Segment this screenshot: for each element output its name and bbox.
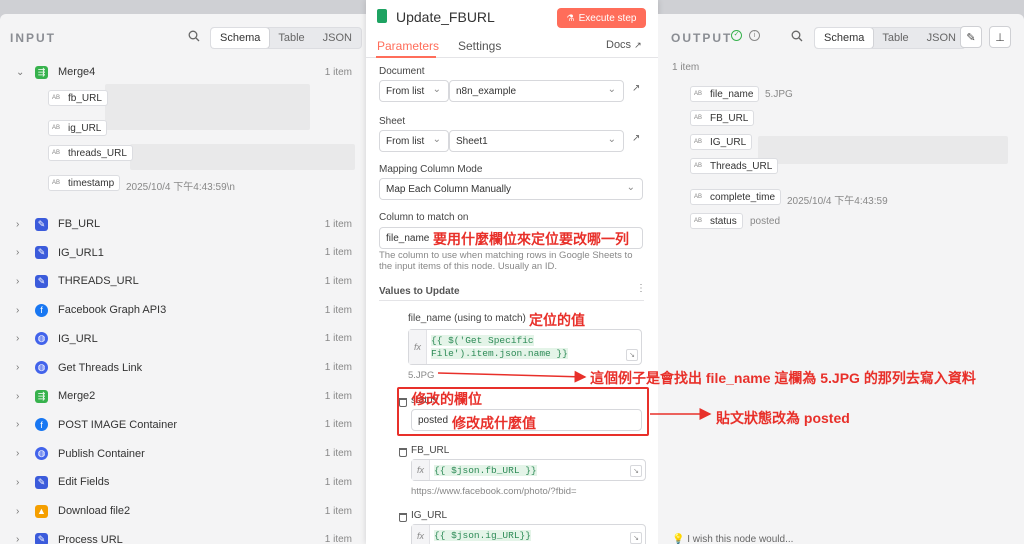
arrow-to-example [437, 370, 587, 383]
annotation-arrows [437, 370, 712, 420]
